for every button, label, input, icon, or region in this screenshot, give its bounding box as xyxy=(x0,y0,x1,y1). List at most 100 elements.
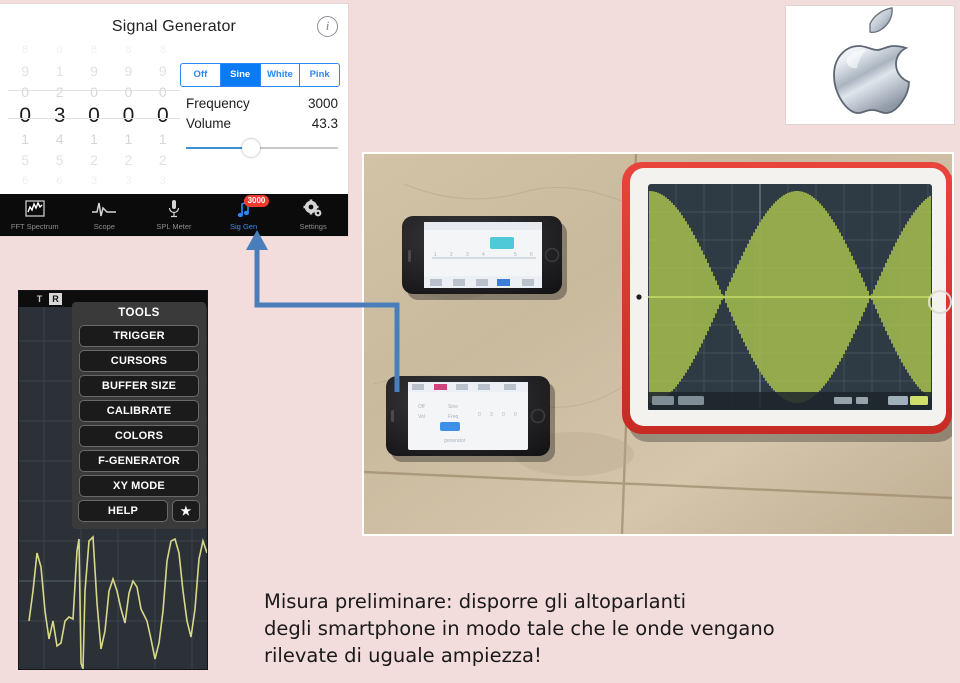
segment-white[interactable]: White xyxy=(261,64,301,86)
slider-track-remaining xyxy=(251,147,338,149)
picker-digit: 1 xyxy=(124,131,133,147)
svg-text:0: 0 xyxy=(514,412,517,418)
picker-digit: 0 xyxy=(21,84,30,100)
tool-button-buffer-size[interactable]: BUFFER SIZE xyxy=(79,375,199,397)
picker-selection-line-top xyxy=(8,90,180,91)
segment-off[interactable]: Off xyxy=(181,64,221,86)
picker-digit: 9 xyxy=(158,63,167,79)
status-badge: 3000 xyxy=(243,195,270,207)
picker-digit: 3 xyxy=(125,175,132,187)
gear-icon xyxy=(278,199,348,220)
ipad-red-case-oscilloscope xyxy=(622,162,952,442)
picker-digit: 1 xyxy=(55,63,64,79)
segment-pink[interactable]: Pink xyxy=(300,64,339,86)
caption-line-3: rilevate di uguale ampiezza! xyxy=(264,644,542,667)
picker-digit: 3 xyxy=(159,175,166,187)
picker-selection-line-bottom xyxy=(8,118,180,119)
frequency-row: Frequency 3000 xyxy=(186,96,338,111)
picker-column[interactable]: 0 1 2 3 4 5 6 xyxy=(42,40,76,187)
iphone-bottom: Off Sine Vol Freq 0 3 0 0 generator xyxy=(386,376,555,462)
picker-digit: 0 xyxy=(56,44,63,56)
svg-text:4: 4 xyxy=(482,252,485,258)
svg-text:0: 0 xyxy=(502,412,505,418)
picker-digit: 1 xyxy=(21,131,30,147)
tool-button-colors[interactable]: COLORS xyxy=(79,425,199,447)
picker-digit: 6 xyxy=(56,175,63,187)
tool-button-trigger[interactable]: TRIGGER xyxy=(79,325,199,347)
svg-text:Sine: Sine xyxy=(448,404,458,410)
picker-digit: 2 xyxy=(158,152,167,168)
picker-digit: 2 xyxy=(90,152,98,168)
tool-button-help[interactable]: HELP xyxy=(78,500,168,522)
svg-text:1: 1 xyxy=(434,252,437,258)
picker-digit: 2 xyxy=(55,84,64,100)
iphone-top: 1 2 3 4 5 6 xyxy=(402,216,567,300)
tool-button-xy-mode[interactable]: XY MODE xyxy=(79,475,199,497)
segment-sine[interactable]: Sine xyxy=(220,64,261,86)
oscilloscope-tools-panel: T R TOOLS TRIGGER CURSORS BUFFER SIZE CA… xyxy=(18,290,208,670)
scope-button-r[interactable]: R xyxy=(49,293,62,305)
picker-column[interactable]: 8 9 0 0 1 2 3 xyxy=(111,40,145,187)
tool-button-f-generator[interactable]: F-GENERATOR xyxy=(79,450,199,472)
waveform-segmented-control[interactable]: Off Sine White Pink xyxy=(180,63,340,87)
picker-digit: 5 xyxy=(55,152,64,168)
caption-line-1: Misura preliminare: disporre gli altopar… xyxy=(264,590,687,613)
tools-help-row: HELP ★ xyxy=(72,500,206,522)
slider-thumb[interactable] xyxy=(242,139,261,157)
picker-digit: 8 xyxy=(22,44,29,56)
page-title: Signal Generator xyxy=(111,18,237,35)
volume-slider[interactable] xyxy=(186,139,338,157)
slide-root: Signal Generator i 8 9 0 0 1 5 6 0 1 2 3… xyxy=(0,0,960,683)
tab-label: Sig Gen xyxy=(230,222,258,231)
tool-button-calibrate[interactable]: CALIBRATE xyxy=(79,400,199,422)
picker-digit: 8 xyxy=(125,44,132,56)
caption-line-2: degli smartphone in modo tale che le ond… xyxy=(264,617,775,640)
tab-label: Settings xyxy=(299,222,327,231)
picker-digit: 8 xyxy=(90,44,98,56)
tool-button-cursors[interactable]: CURSORS xyxy=(79,350,199,372)
tools-menu: TOOLS TRIGGER CURSORS BUFFER SIZE CALIBR… xyxy=(72,302,206,529)
apple-logo xyxy=(833,7,910,114)
tab-sig-gen[interactable]: 3000 Sig Gen xyxy=(209,194,279,236)
picker-column[interactable]: 8 9 0 0 1 2 3 xyxy=(77,40,111,187)
photo-content: 12 34 56 Off Sine Vol Freq 0 3 0 0 gener… xyxy=(364,154,952,534)
picker-digit-selected: 0 xyxy=(19,104,32,127)
apple-logo-container xyxy=(785,5,955,125)
tools-title: TOOLS xyxy=(118,307,160,319)
tab-settings[interactable]: Settings xyxy=(278,194,348,236)
volume-row: Volume 43.3 xyxy=(186,116,338,131)
picker-digit: 9 xyxy=(90,63,98,79)
svg-text:generator: generator xyxy=(444,438,466,444)
picker-column[interactable]: 8 9 0 0 1 2 3 xyxy=(146,40,180,187)
picker-column[interactable]: 8 9 0 0 1 5 6 xyxy=(8,40,42,187)
picker-digit: 1 xyxy=(158,131,167,147)
picker-digit: 2 xyxy=(124,152,133,168)
svg-text:3: 3 xyxy=(490,412,493,418)
volume-value: 43.3 xyxy=(311,116,338,131)
picker-digit-selected: 0 xyxy=(88,104,100,127)
microphone-icon xyxy=(139,199,209,220)
info-circle-icon[interactable]: i xyxy=(317,16,338,37)
photo-speakers-setup: 12 34 56 Off Sine Vol Freq 0 3 0 0 gener… xyxy=(362,152,954,536)
tab-label: FFT Spectrum xyxy=(10,222,59,231)
picker-digit: 5 xyxy=(21,152,30,168)
tool-button-favorite-star[interactable]: ★ xyxy=(172,500,200,522)
svg-text:3: 3 xyxy=(466,252,469,258)
svg-text:0: 0 xyxy=(478,412,481,418)
picker-digit: 9 xyxy=(124,63,133,79)
picker-digit-selected: 0 xyxy=(122,104,135,127)
svg-text:Freq: Freq xyxy=(448,414,459,420)
tab-spl-meter[interactable]: SPL Meter xyxy=(139,194,209,236)
fft-spectrum-icon xyxy=(0,199,70,220)
picker-digit: 0 xyxy=(90,84,98,100)
scope-waveform-icon xyxy=(70,199,140,220)
tab-scope[interactable]: Scope xyxy=(70,194,140,236)
frequency-picker[interactable]: 8 9 0 0 1 5 6 0 1 2 3 4 5 6 8 9 0 0 1 2 … xyxy=(8,40,180,187)
picker-digit: 1 xyxy=(90,131,98,147)
scope-button-t[interactable]: T xyxy=(33,293,46,305)
tab-label: Scope xyxy=(93,222,116,231)
picker-digit: 3 xyxy=(90,175,98,187)
tab-bar: FFT Spectrum Scope SPL Meter 3000 Sig Ge… xyxy=(0,194,348,236)
tab-fft-spectrum[interactable]: FFT Spectrum xyxy=(0,194,70,236)
picker-digit: 9 xyxy=(21,63,30,79)
